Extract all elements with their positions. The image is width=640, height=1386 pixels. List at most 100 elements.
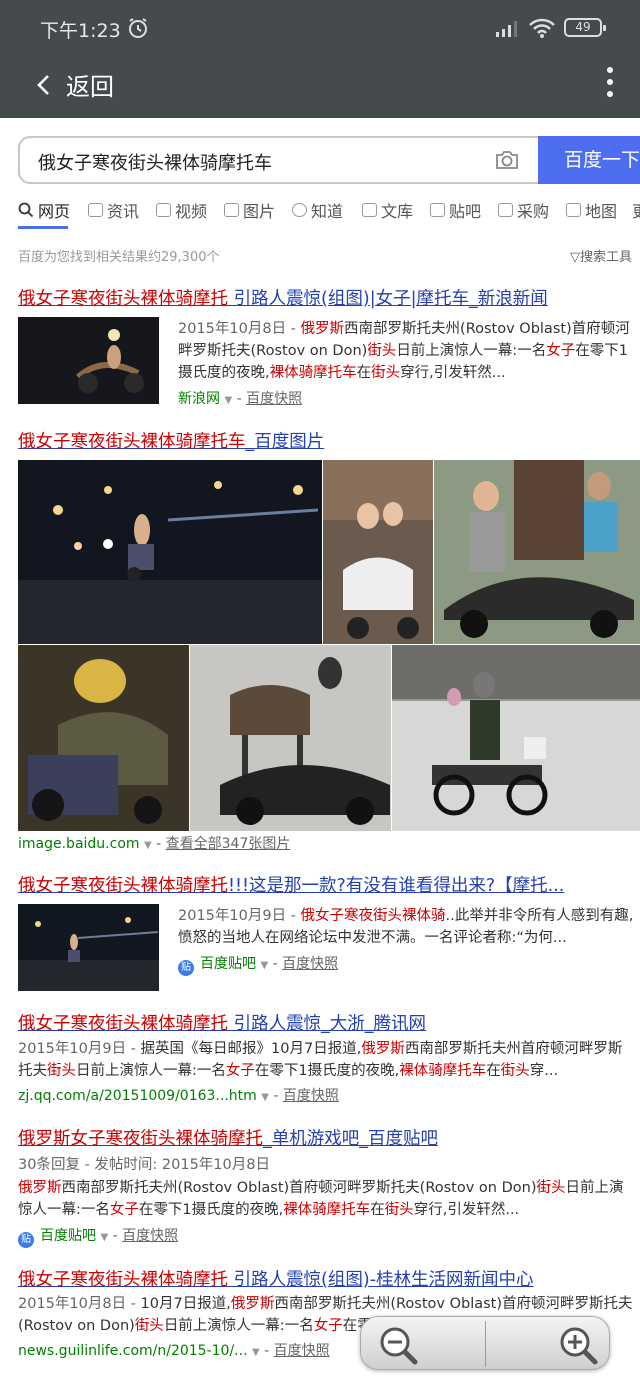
highlighted-term: 俄罗斯 xyxy=(18,1180,62,1196)
highlighted-term: 街头 xyxy=(367,343,397,359)
tab-label: 地图 xyxy=(585,202,618,221)
source-name[interactable]: image.baidu.com xyxy=(18,836,140,852)
search-button[interactable]: 百度一下 xyxy=(538,136,640,184)
tab-label: 图片 xyxy=(243,202,276,221)
caret-down-icon[interactable]: ▼ xyxy=(261,1092,269,1103)
abstract-segment: 穿行,引发轩然... xyxy=(413,1202,520,1218)
back-button[interactable]: 返回 xyxy=(30,64,140,104)
snapshot-link[interactable]: 百度快照 xyxy=(283,1088,339,1104)
alarm-icon xyxy=(129,18,147,38)
result-abstract: 2015年10月9日 - 据英国《每日邮报》10月7日报道,俄罗斯西南部罗斯托夫… xyxy=(18,1038,634,1082)
active-tab-indicator xyxy=(18,226,68,229)
source-name[interactable]: news.guilinlife.com/n/2015-10/... xyxy=(18,1343,248,1359)
tab-web[interactable]: 网页 xyxy=(18,196,70,224)
result-title[interactable]: 俄女子寒夜街头裸体骑摩托 引路人震惊(组图)|女子|摩托车_新浪新闻 xyxy=(18,285,548,310)
back-label: 返回 xyxy=(66,72,114,101)
zoom-out-icon[interactable] xyxy=(377,1324,421,1368)
abstract-text: 俄罗斯西南部罗斯托夫州(Rostov Oblast)首府顿河畔罗斯托夫(Rost… xyxy=(18,1180,624,1218)
result-date: 2015年10月9日 - xyxy=(18,1041,141,1057)
question-icon xyxy=(292,203,307,217)
tab-label: 采购 xyxy=(517,202,550,221)
image-tile[interactable] xyxy=(18,460,322,644)
more-menu-icon[interactable] xyxy=(598,64,622,100)
image-tile[interactable] xyxy=(190,645,391,831)
search-input[interactable]: 俄女子寒夜街头裸体骑摩托车 xyxy=(38,149,272,175)
caret-down-icon[interactable]: ▼ xyxy=(100,1232,108,1243)
battery-icon: 49 xyxy=(564,18,606,37)
highlighted-term: 裸体骑摩托车 xyxy=(399,1063,487,1079)
status-time: 下午1:23 xyxy=(40,20,121,42)
tab-purchase[interactable]: 采购 xyxy=(498,196,549,224)
tab-zhidao[interactable]: 知道 xyxy=(292,196,343,224)
title-highlight: 俄女子寒夜街头裸体骑摩托 xyxy=(18,1270,228,1290)
result-title[interactable]: 俄女子寒夜街头裸体骑摩托车_百度图片 xyxy=(18,428,324,453)
caret-down-icon[interactable]: ▼ xyxy=(260,960,268,971)
title-text: _单机游戏吧_百度贴吧 xyxy=(263,1129,438,1149)
signal-icon xyxy=(496,21,517,37)
search-tools-label: 搜索工具 xyxy=(580,250,633,265)
abstract-segment: 日前上演惊人一幕:一名 xyxy=(163,1318,314,1334)
tab-label: 视频 xyxy=(175,202,208,221)
tab-wenku[interactable]: 文库 xyxy=(362,196,413,224)
tab-map[interactable]: 地图 xyxy=(566,196,617,224)
abstract-segment: 在 xyxy=(486,1063,501,1079)
tab-label: 贴吧 xyxy=(449,202,482,221)
tab-tieba[interactable]: 贴吧 xyxy=(430,196,481,224)
source-name[interactable]: 百度贴吧 xyxy=(200,956,256,972)
tieba-icon xyxy=(430,203,445,217)
image-tile[interactable] xyxy=(434,460,640,644)
result-source: 贴百度贴吧 ▼ - 百度快照 xyxy=(178,953,338,976)
chevron-left-icon xyxy=(37,75,49,95)
result-count: 百度为您找到相关结果约29,300个 xyxy=(18,250,220,265)
zoom-in-icon[interactable] xyxy=(557,1324,601,1368)
caret-down-icon[interactable]: ▼ xyxy=(252,1347,260,1358)
abstract-segment: 10月7日报道, xyxy=(140,1296,231,1312)
tab-images[interactable]: 图片 xyxy=(224,196,275,224)
snapshot-link[interactable]: 百度快照 xyxy=(274,1343,330,1359)
title-text: !!!这是那一款?有没有谁看得出来?【摩托... xyxy=(228,876,565,896)
abstract-segment: 在零下1摄氏度的夜晚, xyxy=(254,1063,400,1079)
app-toolbar: 下午1:23 49 返回 xyxy=(0,0,640,118)
result-source: zj.qq.com/a/20151009/0163...htm ▼ - 百度快照 xyxy=(18,1088,339,1104)
tab-video[interactable]: 视频 xyxy=(156,196,207,224)
highlighted-term: 女子 xyxy=(313,1318,343,1334)
result-meta: 30条回复 - 发帖时间: 2015年10月8日 xyxy=(18,1157,270,1173)
search-tools[interactable]: ▽搜索工具 xyxy=(570,246,632,265)
camera-icon[interactable] xyxy=(494,148,520,172)
result-title[interactable]: 俄女子寒夜街头裸体骑摩托!!!这是那一款?有没有谁看得出来?【摩托... xyxy=(18,872,564,897)
result-thumbnail[interactable] xyxy=(18,904,159,991)
snapshot-link[interactable]: 百度快照 xyxy=(282,956,338,972)
tieba-icon: 贴 xyxy=(18,1232,34,1248)
news-icon xyxy=(88,203,103,217)
image-tile[interactable] xyxy=(18,645,189,831)
tab-more[interactable]: 更 xyxy=(632,196,640,224)
abstract-segment: 穿行,引发轩然... xyxy=(400,365,506,381)
result-thumbnail[interactable] xyxy=(18,317,159,404)
view-all-images-link[interactable]: 查看全部347张图片 xyxy=(166,836,291,852)
abstract-segment: 日前上演惊人一幕:一名 xyxy=(76,1063,226,1079)
abstract-segment: 据英国《每日邮报》10月7日报道, xyxy=(140,1041,362,1057)
highlighted-term: 女子 xyxy=(546,343,576,359)
caret-down-icon[interactable]: ▼ xyxy=(144,840,152,851)
title-text: 引路人震惊(组图)|女子|摩托车_新浪新闻 xyxy=(228,289,548,309)
highlighted-term: 街头 xyxy=(47,1063,76,1079)
tab-label: 网页 xyxy=(38,202,71,221)
result-source: image.baidu.com ▼ - 查看全部347张图片 xyxy=(18,836,291,852)
source-name[interactable]: 百度贴吧 xyxy=(40,1228,96,1244)
highlighted-term: 俄女子寒夜街头裸体骑 xyxy=(300,908,446,924)
result-abstract: 2015年10月8日 - 俄罗斯西南部罗斯托夫州(Rostov Oblast)首… xyxy=(178,318,634,384)
abstract-segment: 在零下1摄氏度的夜晚, xyxy=(138,1202,284,1218)
highlighted-term: 裸体骑摩托车 xyxy=(283,1202,371,1218)
tieba-icon: 贴 xyxy=(178,960,194,976)
result-title[interactable]: 俄女子寒夜街头裸体骑摩托 引路人震惊(组图)-桂林生活网新闻中心 xyxy=(18,1266,534,1291)
snapshot-link[interactable]: 百度快照 xyxy=(246,391,302,407)
caret-down-icon[interactable]: ▼ xyxy=(224,395,232,406)
result-title[interactable]: 俄女子寒夜街头裸体骑摩托 引路人震惊_大浙_腾讯网 xyxy=(18,1010,426,1035)
snapshot-link[interactable]: 百度快照 xyxy=(122,1228,178,1244)
image-tile[interactable] xyxy=(392,645,640,831)
result-title[interactable]: 俄罗斯女子寒夜街头裸体骑摩托_单机游戏吧_百度贴吧 xyxy=(18,1125,438,1150)
tab-news[interactable]: 资讯 xyxy=(88,196,139,224)
source-name[interactable]: 新浪网 xyxy=(178,391,220,407)
image-tile[interactable] xyxy=(323,460,433,644)
source-name[interactable]: zj.qq.com/a/20151009/0163...htm xyxy=(18,1088,257,1104)
